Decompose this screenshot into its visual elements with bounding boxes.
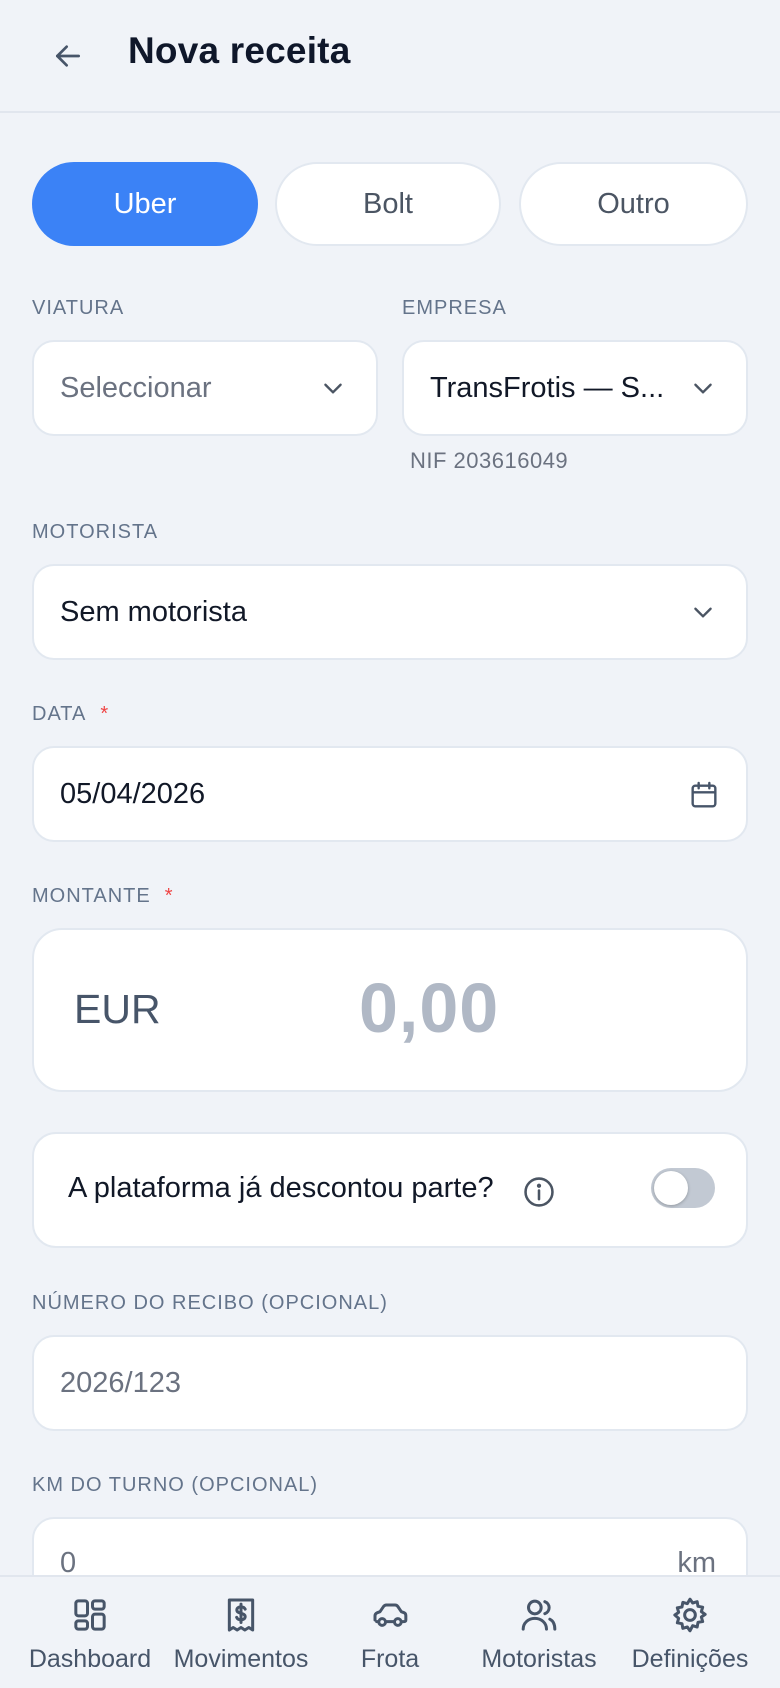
empresa-value: TransFrotis — S...	[430, 371, 665, 404]
users-icon	[521, 1599, 557, 1631]
montante-label: MONTANTE *	[32, 885, 174, 908]
screen: Nova receita Uber Bolt Outro VIATURA Sel…	[0, 0, 780, 1688]
nav-item-frota[interactable]: Frota	[330, 1577, 450, 1688]
nav-label: Frota	[360, 1645, 420, 1673]
discount-toggle[interactable]	[651, 1168, 715, 1208]
chevron-down-icon	[694, 607, 712, 618]
page-title: Nova receita	[128, 30, 351, 71]
platform-pill-bolt[interactable]: Bolt	[275, 162, 501, 246]
required-mark: *	[100, 703, 110, 725]
amount-placeholder[interactable]: 0,00	[359, 968, 499, 1048]
recibo-input[interactable]: 2026/123	[32, 1335, 748, 1431]
required-mark: *	[164, 885, 174, 907]
recibo-label: NÚMERO DO RECIBO (OPCIONAL)	[32, 1292, 388, 1314]
currency-code: EUR	[74, 986, 161, 1032]
nav-label: Dashboard	[28, 1645, 152, 1673]
platform-pill-uber[interactable]: Uber	[32, 162, 258, 246]
data-label: DATA *	[32, 703, 109, 726]
platform-pill-outro[interactable]: Outro	[519, 162, 748, 246]
montante-label-text: MONTANTE	[32, 885, 151, 907]
bottom-nav: Dashboard Movimentos Frota Motoristas De…	[0, 1575, 780, 1688]
arrow-left-icon	[56, 45, 80, 67]
receipt-icon	[227, 1598, 255, 1632]
nav-label: Definições	[631, 1645, 749, 1673]
dashboard-icon	[74, 1599, 106, 1631]
gear-icon	[673, 1597, 707, 1633]
header: Nova receita	[0, 0, 780, 113]
date-value: 05/04/2026	[60, 777, 206, 810]
info-icon[interactable]	[522, 1175, 556, 1209]
motorista-value: Sem motorista	[60, 595, 247, 628]
chevron-down-icon	[694, 383, 712, 394]
empresa-label: EMPRESA	[402, 297, 507, 319]
nav-item-dashboard[interactable]: Dashboard	[20, 1577, 160, 1688]
nav-item-movimentos[interactable]: Movimentos	[166, 1577, 316, 1688]
motorista-label: MOTORISTA	[32, 521, 159, 543]
km-label: KM DO TURNO (OPCIONAL)	[32, 1474, 319, 1496]
viatura-label: VIATURA	[32, 297, 125, 319]
motorista-select[interactable]: Sem motorista	[32, 564, 748, 660]
viatura-placeholder: Seleccionar	[60, 371, 212, 404]
empresa-select[interactable]: TransFrotis — S...	[402, 340, 748, 436]
viatura-select[interactable]: Seleccionar	[32, 340, 378, 436]
discount-label: A plataforma já descontou parte?	[68, 1172, 494, 1204]
empresa-nif: NIF 203616049	[410, 448, 569, 473]
calendar-icon[interactable]	[688, 779, 720, 811]
toggle-knob	[654, 1171, 688, 1205]
date-input[interactable]: 05/04/2026	[32, 746, 748, 842]
amount-input[interactable]: EUR 0,00	[32, 928, 748, 1092]
nav-item-definicoes[interactable]: Definições	[620, 1577, 760, 1688]
nav-label: Motoristas	[481, 1645, 597, 1673]
data-label-text: DATA	[32, 703, 87, 725]
discount-toggle-card: A plataforma já descontou parte?	[32, 1132, 748, 1248]
chevron-down-icon	[324, 383, 342, 394]
recibo-placeholder: 2026/123	[60, 1366, 181, 1399]
nav-label: Movimentos	[173, 1645, 309, 1673]
nav-item-motoristas[interactable]: Motoristas	[466, 1577, 612, 1688]
car-icon	[373, 1603, 408, 1627]
back-button[interactable]	[44, 32, 92, 80]
